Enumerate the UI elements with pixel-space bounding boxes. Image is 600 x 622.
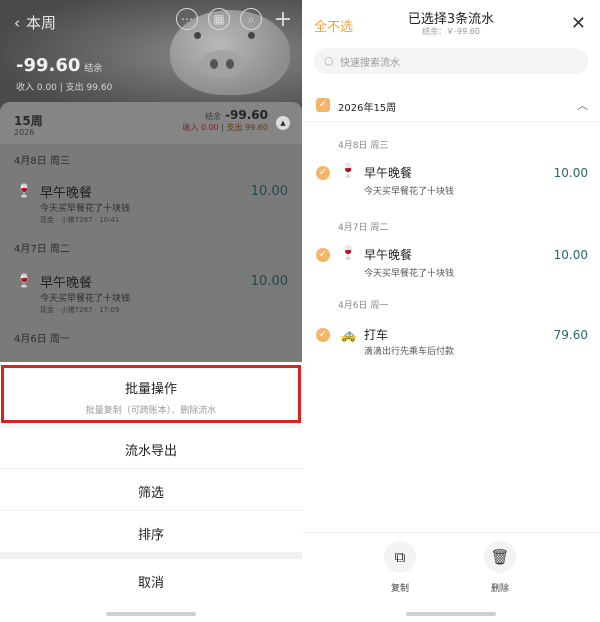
entry-title: 早午晚餐 (40, 276, 93, 291)
week-group-label: 2026年15周 (338, 103, 397, 114)
income-text: 收入 0.00 (16, 83, 57, 93)
entry-amount: 10.00 (553, 248, 588, 262)
divider (0, 468, 302, 469)
week-income: 收入 0.00 (182, 123, 219, 132)
week-header[interactable]: 15周 2026 结余 -99.60 收入 0.00 | 支出 99.60 ▲ (0, 102, 302, 144)
trash-icon: 🗑 (484, 541, 516, 573)
week-expense: 支出 99.60 (226, 123, 268, 132)
entry-title: 早午晚餐 (364, 248, 413, 262)
home-indicator (106, 612, 196, 616)
batch-operation-button[interactable]: 批量操作 批量复制（可跨账本）、删除流水 (0, 378, 302, 416)
selection-title: 已选择3条流水 (407, 12, 495, 27)
week-balance: -99.60 (225, 108, 268, 122)
search-icon[interactable]: ⌕ (240, 8, 262, 30)
close-icon[interactable]: ✕ (571, 13, 586, 34)
checkbox-checked-icon[interactable]: ✓ (316, 248, 330, 262)
entry-note: 滴滴出行先乘车后付款 (364, 347, 455, 357)
transaction-row[interactable]: 🍷 早午晚餐 今天买早餐花了十块钱 现金 · 小猪7287 · 17:09 10… (0, 268, 302, 328)
checkbox-checked-icon[interactable]: ✓ (316, 328, 330, 342)
week-year: 2026 (14, 128, 35, 137)
entry-amount: 10.00 (553, 166, 588, 180)
food-icon: 🍷 (340, 164, 357, 179)
entry-note: 今天买早餐花了十块钱 (40, 204, 131, 214)
food-icon: 🍷 (16, 184, 33, 199)
search-icon: ○ (324, 54, 334, 67)
copy-label: 复制 (390, 584, 409, 594)
balance-tag: 结余 (84, 64, 103, 74)
collapse-icon[interactable]: ▲ (276, 116, 290, 130)
batch-label: 批量操作 (124, 382, 177, 397)
day-label: 4月7日 周二 (14, 244, 70, 255)
header-toolbar: ⋯ ▦ ⌕ + (176, 7, 294, 32)
taxi-icon: 🚕 (340, 328, 357, 343)
search-input[interactable]: ○ 快速搜索流水 (314, 48, 588, 74)
selectable-transaction-row[interactable]: ✓ 🍷 早午晚餐 今天买早餐花了十块钱 10.00 (302, 162, 600, 202)
cancel-button[interactable]: 取消 (0, 572, 302, 591)
calendar-icon[interactable]: ▦ (208, 8, 230, 30)
sort-button[interactable]: 排序 (0, 524, 302, 543)
chevron-up-icon[interactable]: ︿ (577, 97, 588, 113)
filter-button[interactable]: 筛选 (0, 482, 302, 501)
entry-title: 打车 (364, 328, 389, 342)
section-gap (0, 552, 302, 559)
entry-title: 早午晚餐 (40, 186, 93, 201)
checkbox-checked-icon[interactable]: ✓ (316, 98, 330, 112)
action-sheet: 批量操作 批量复制（可跨账本）、删除流水 流水导出 筛选 排序 取消 (0, 362, 302, 622)
copy-icon: ⧉ (384, 541, 416, 573)
entry-amount: 79.60 (553, 328, 588, 342)
more-icon[interactable]: ⋯ (176, 8, 198, 30)
divider (0, 426, 302, 427)
food-icon: 🍷 (16, 274, 33, 289)
divider (0, 510, 302, 511)
selectable-transaction-row[interactable]: ✓ 🚕 打车 滴滴出行先乘车后付款 79.60 (302, 326, 600, 366)
search-placeholder: 快速搜索流水 (340, 58, 400, 69)
ledger-week-screen: ‹ 本周 ⋯ ▦ ⌕ + -99.60 结余 收入 0.00 | 支出 99.60… (0, 0, 302, 622)
day-label: 4月8日 周三 (338, 141, 389, 151)
entry-title: 早午晚餐 (364, 166, 413, 180)
entry-note: 今天买早餐花了十块钱 (364, 187, 455, 197)
pig-eye (194, 32, 201, 39)
batch-action-bar: ⧉ 复制 🗑 删除 (302, 532, 600, 622)
home-indicator (406, 612, 496, 616)
copy-button[interactable]: ⧉ 复制 (370, 541, 430, 594)
export-button[interactable]: 流水导出 (0, 440, 302, 459)
food-icon: 🍷 (340, 246, 357, 261)
entry-note: 今天买早餐花了十块钱 (40, 294, 131, 304)
checkbox-checked-icon[interactable]: ✓ (316, 166, 330, 180)
week-group-header[interactable]: ✓ 2026年15周 ︿ (302, 88, 600, 122)
entry-amount: 10.00 (250, 274, 288, 289)
entry-note: 今天买早餐花了十块钱 (364, 269, 455, 279)
balance-amount: -99.60 结余 (16, 55, 102, 76)
week-summary: 结余 -99.60 收入 0.00 | 支出 99.60 (182, 108, 268, 132)
entry-amount: 10.00 (250, 184, 288, 199)
delete-button[interactable]: 🗑 删除 (470, 541, 530, 594)
pig-snout (200, 50, 244, 78)
entry-meta: 现金 · 小猪7287 · 17:09 (40, 306, 120, 314)
income-expense-summary: 收入 0.00 | 支出 99.60 (16, 83, 113, 93)
delete-label: 删除 (490, 584, 509, 594)
batch-select-screen: 全不选 已选择3条流水 结余：￥-99.60 ✕ ○ 快速搜索流水 ✓ 2026… (302, 0, 600, 622)
selectable-transaction-row[interactable]: ✓ 🍷 早午晚餐 今天买早餐花了十块钱 10.00 (302, 244, 600, 284)
balance-value: -99.60 (16, 55, 81, 76)
transaction-row[interactable]: 🍷 早午晚餐 今天买早餐花了十块钱 现金 · 小猪7287 · 10:41 10… (0, 178, 302, 238)
add-icon[interactable]: + (272, 7, 294, 32)
day-label: 4月6日 周一 (338, 301, 389, 311)
week-title: 15周 (14, 114, 43, 128)
batch-description: 批量复制（可跨账本）、删除流水 (85, 406, 217, 416)
chevron-left-icon: ‹ (14, 13, 20, 32)
day-label: 4月7日 周二 (338, 223, 389, 233)
back-label: 本周 (26, 14, 57, 32)
entry-meta: 现金 · 小猪7287 · 10:41 (40, 216, 120, 224)
day-label: 4月6日 周一 (14, 334, 70, 345)
week-balance-tag: 结余 (205, 112, 222, 121)
expense-text: 支出 99.60 (65, 83, 113, 93)
pig-eye (248, 32, 255, 39)
day-label: 4月8日 周三 (14, 156, 70, 167)
back-button[interactable]: ‹ 本周 (14, 12, 56, 33)
selection-balance: 结余：￥-99.60 (422, 27, 480, 36)
